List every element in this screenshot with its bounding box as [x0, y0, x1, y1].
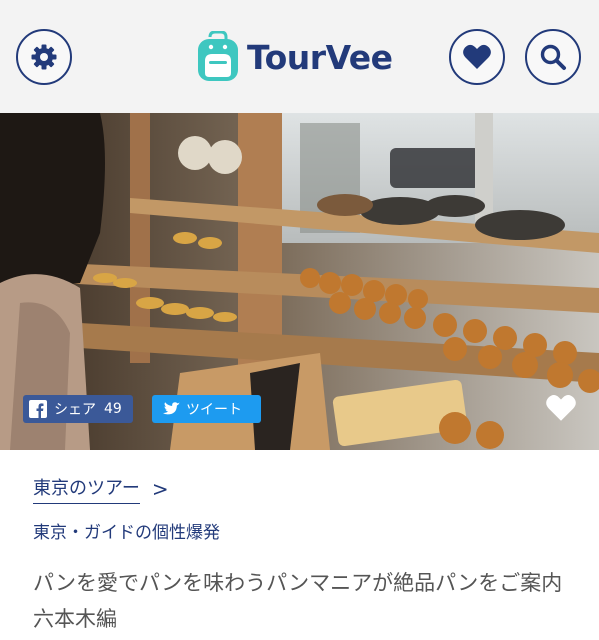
heart-icon	[546, 395, 576, 421]
brand-name: TourVee	[247, 37, 393, 77]
heart-icon	[463, 44, 491, 69]
breadcrumb-link-tokyo-tours[interactable]: 東京のツアー	[33, 474, 140, 504]
app-header: TourVee	[0, 0, 599, 113]
facebook-share-label: シェア	[54, 402, 96, 418]
search-icon	[540, 44, 566, 70]
chevron-right-icon[interactable]: >	[152, 477, 169, 501]
facebook-icon	[29, 400, 47, 418]
article-title: パンを愛でパンを味わうパンマニアが絶品パンをご案内 六本木編	[33, 571, 584, 631]
facebook-share-button[interactable]: シェア 49	[23, 395, 133, 423]
brand-logo[interactable]: TourVee	[195, 31, 393, 83]
settings-button[interactable]	[16, 29, 72, 85]
article-subtitle: 東京・ガイドの個性爆発	[33, 523, 220, 543]
facebook-share-count: 49	[104, 401, 122, 417]
twitter-share-label: ツイート	[186, 402, 242, 418]
photo-favorite-button[interactable]	[545, 393, 577, 427]
twitter-share-button[interactable]: ツイート	[152, 395, 261, 423]
backpack-logo-icon	[198, 31, 238, 81]
favorites-button[interactable]	[449, 29, 505, 85]
search-button[interactable]	[525, 29, 581, 85]
twitter-icon	[162, 401, 180, 414]
gear-icon	[31, 44, 57, 70]
breadcrumb: 東京のツアー >	[33, 474, 169, 504]
